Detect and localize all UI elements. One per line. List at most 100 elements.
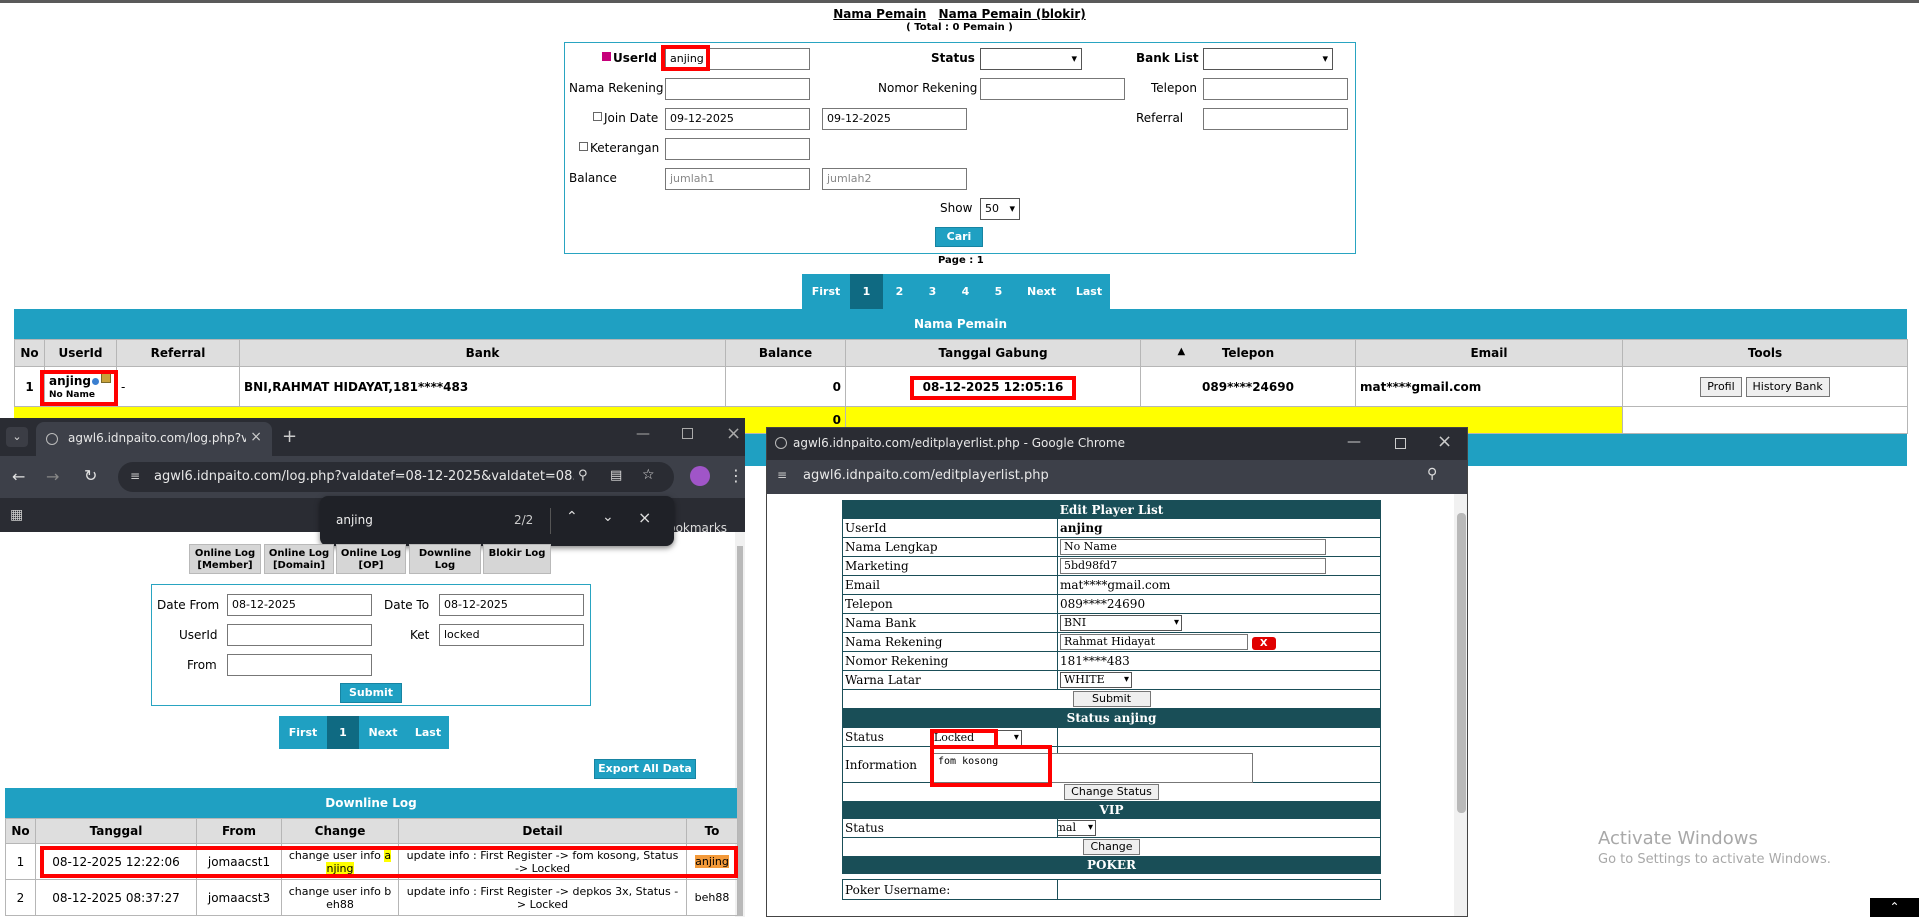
- banklist-select[interactable]: [1203, 48, 1333, 70]
- find-prev-icon[interactable]: ⌃: [566, 509, 578, 525]
- referral-label: Referral: [1136, 111, 1184, 125]
- banklist-label: Bank List: [1136, 51, 1199, 65]
- date-to-input[interactable]: 08-12-2025: [439, 594, 584, 616]
- menu-icon[interactable]: ⋮: [728, 466, 744, 485]
- pager-5[interactable]: 5: [982, 274, 1015, 309]
- profile-avatar[interactable]: [690, 466, 710, 486]
- vip-select[interactable]: Normal: [1058, 820, 1096, 836]
- from-input[interactable]: [227, 654, 372, 676]
- userid-highlight-box: [661, 45, 710, 71]
- ket-input[interactable]: locked: [439, 624, 584, 646]
- star-icon[interactable]: ☆: [642, 467, 655, 483]
- edit-scrollbar-thumb[interactable]: [1457, 513, 1466, 813]
- col-tanggal[interactable]: Tanggal Gabung ▲: [845, 339, 1185, 367]
- date-from-input[interactable]: 08-12-2025: [227, 594, 372, 616]
- find-bar: anjing 2/2 ⌃ ⌄ ×: [320, 496, 674, 546]
- page-icon[interactable]: ▤: [610, 468, 622, 483]
- nama-pemain-link[interactable]: Nama Pemain: [833, 7, 926, 21]
- tab-close-icon[interactable]: ×: [250, 429, 262, 445]
- edit-submit-button[interactable]: Submit: [1072, 691, 1151, 707]
- log-row1-no: 1: [5, 843, 36, 880]
- pager-4[interactable]: 4: [949, 274, 982, 309]
- pager-first[interactable]: First: [802, 274, 850, 309]
- find-close-icon[interactable]: ×: [638, 508, 651, 527]
- nama-pemain-blokir-link[interactable]: Nama Pemain (blokir): [939, 7, 1086, 21]
- page-indicator: Page : 1: [938, 255, 984, 266]
- edit-marketing-input[interactable]: 5bd98fd7: [1060, 558, 1326, 574]
- edit-zoom-icon[interactable]: ⚲: [1427, 466, 1437, 482]
- nomor-rekening-input[interactable]: [980, 78, 1125, 100]
- export-all-data-button[interactable]: Export All Data: [594, 759, 696, 779]
- nama-rekening-input[interactable]: [665, 78, 810, 100]
- log-submit-button[interactable]: Submit: [340, 683, 402, 703]
- log-pager-first[interactable]: First: [279, 716, 327, 749]
- log-userid-input[interactable]: [227, 624, 372, 646]
- apps-icon[interactable]: ▦: [10, 507, 23, 523]
- edit-site-icon[interactable]: ≡: [777, 468, 787, 482]
- maximize-icon[interactable]: [682, 428, 693, 439]
- pager-next[interactable]: Next: [1015, 274, 1068, 309]
- edit-close-icon[interactable]: ×: [1437, 431, 1452, 452]
- tab-search-icon[interactable]: ⌄: [6, 427, 28, 447]
- edit-marketing-cell: 5bd98fd7: [1056, 556, 1382, 576]
- address-bar[interactable]: ≡ agwl6.idnpaito.com/log.php?valdatef=08…: [118, 462, 674, 492]
- log-tab[interactable]: agwl6.idnpaito.com/log.php?va ×: [36, 422, 272, 456]
- edit-nama-input[interactable]: No Name: [1060, 539, 1326, 555]
- remove-rekening-button[interactable]: X: [1251, 636, 1276, 650]
- show-label: Show: [940, 201, 973, 215]
- log-pager-next[interactable]: Next: [359, 716, 407, 749]
- find-input[interactable]: anjing: [336, 513, 373, 527]
- log-tab-1[interactable]: Online Log [Domain]: [264, 544, 334, 574]
- edit-address-text[interactable]: agwl6.idnpaito.com/editplayerlist.php: [803, 468, 1049, 483]
- telepon-label: Telepon: [1151, 81, 1197, 95]
- userid-checkbox-label[interactable]: UserId: [602, 51, 657, 65]
- log-pager-last[interactable]: Last: [407, 716, 449, 749]
- new-tab-icon[interactable]: +: [282, 426, 297, 447]
- close-window-icon[interactable]: ×: [726, 423, 741, 444]
- join-date-from-input[interactable]: 09-12-2025: [665, 108, 810, 130]
- scroll-top-button[interactable]: ⌃: [1870, 898, 1919, 917]
- keterangan-input[interactable]: [665, 138, 810, 160]
- minimize-icon[interactable]: —: [636, 426, 650, 442]
- profil-button[interactable]: Profil: [1700, 376, 1742, 397]
- forward-icon[interactable]: →: [46, 467, 59, 486]
- balance-min-input[interactable]: jumlah1: [665, 168, 810, 190]
- pager-last[interactable]: Last: [1068, 274, 1110, 309]
- keterangan-checkbox-label[interactable]: Keterangan: [579, 141, 659, 155]
- referral-input[interactable]: [1203, 108, 1348, 130]
- history-bank-button[interactable]: History Bank: [1745, 376, 1830, 397]
- log-pager-1[interactable]: 1: [327, 716, 359, 749]
- edit-bank-select[interactable]: BNI: [1060, 615, 1182, 631]
- table-row: 2 08-12-2025 08:37:27 jomaacst3 change u…: [5, 879, 738, 916]
- pager-3[interactable]: 3: [916, 274, 949, 309]
- log-tab-4[interactable]: Blokir Log: [483, 544, 551, 574]
- find-next-icon[interactable]: ⌄: [602, 509, 614, 525]
- keterangan-checkbox[interactable]: [579, 142, 588, 151]
- status-select[interactable]: [980, 48, 1082, 70]
- userid-checkbox[interactable]: [602, 52, 611, 61]
- edit-minimize-icon[interactable]: —: [1347, 434, 1361, 450]
- join-date-checkbox[interactable]: [593, 112, 602, 121]
- cari-button[interactable]: Cari: [935, 227, 983, 247]
- edit-rekening-input[interactable]: Rahmat Hidayat: [1060, 634, 1248, 650]
- edit-maximize-icon[interactable]: [1395, 438, 1406, 449]
- log-tab-3[interactable]: Downline Log: [409, 544, 481, 574]
- vip-change-button[interactable]: Change: [1083, 839, 1140, 855]
- join-date-checkbox-label[interactable]: Join Date: [593, 111, 658, 125]
- log-header-row: No Tanggal From Change Detail To: [5, 818, 738, 844]
- log-tab-0[interactable]: Online Log [Member]: [189, 544, 261, 574]
- site-info-icon[interactable]: ≡: [130, 469, 140, 483]
- show-select[interactable]: 50: [980, 198, 1020, 220]
- change-status-button[interactable]: Change Status: [1064, 784, 1159, 800]
- log-tab-2[interactable]: Online Log [OP]: [336, 544, 406, 574]
- pager-1[interactable]: 1: [850, 274, 883, 309]
- pager-2[interactable]: 2: [883, 274, 916, 309]
- row-email: mat****gmail.com: [1355, 366, 1623, 407]
- balance-max-input[interactable]: jumlah2: [822, 168, 967, 190]
- back-icon[interactable]: ←: [12, 467, 25, 486]
- edit-warna-select[interactable]: WHITE: [1060, 672, 1132, 688]
- telepon-input[interactable]: [1203, 78, 1348, 100]
- zoom-icon[interactable]: ⚲: [578, 468, 588, 483]
- join-date-to-input[interactable]: 09-12-2025: [822, 108, 967, 130]
- reload-icon[interactable]: ↻: [84, 466, 97, 485]
